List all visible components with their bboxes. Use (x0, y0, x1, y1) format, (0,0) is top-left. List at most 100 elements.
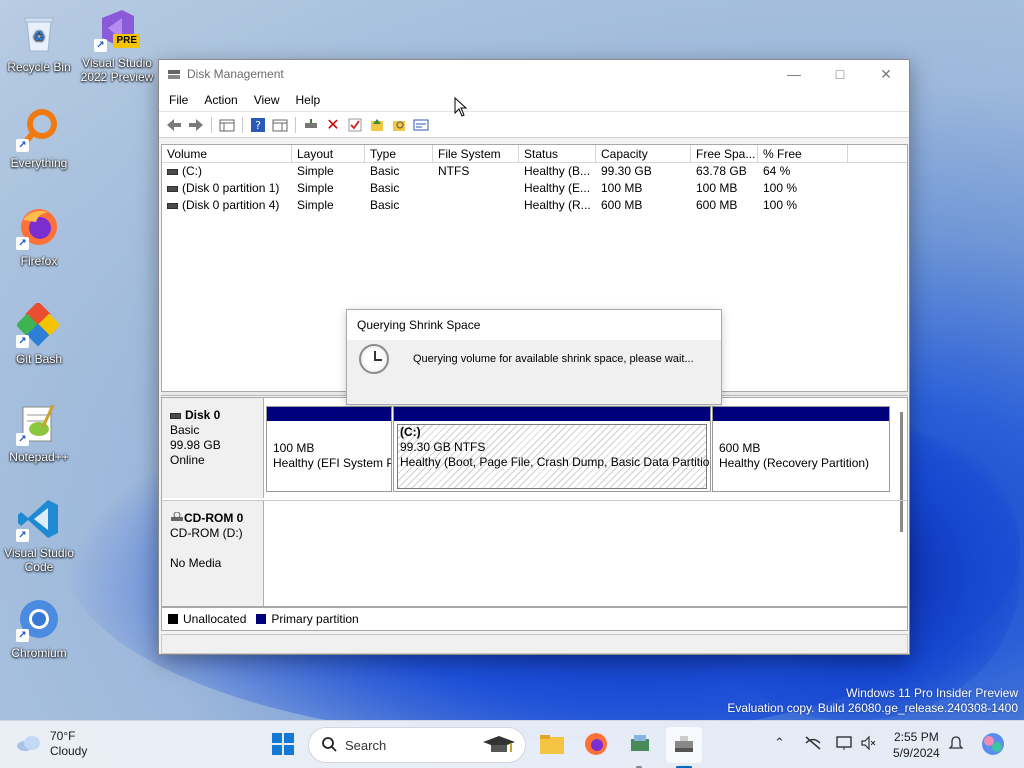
col-type[interactable]: Type (365, 145, 433, 162)
capacity-cell: 99.30 GB (601, 164, 652, 178)
partition-c[interactable]: (C:) 99.30 GB NTFS Healthy (Boot, Page F… (393, 406, 711, 492)
desktop-icon-chromium[interactable]: ↗ Chromium (0, 596, 78, 660)
col-file-system[interactable]: File System (433, 145, 519, 162)
capacity-cell: 100 MB (601, 181, 643, 195)
clock-date: 5/9/2024 (893, 746, 940, 760)
partition-size: 100 MB (273, 441, 315, 455)
desktop-icon-git-bash[interactable]: ↗ Git Bash (0, 302, 78, 366)
svg-text:♻: ♻ (33, 28, 46, 44)
check-icon[interactable] (344, 115, 366, 135)
menu-file[interactable]: File (161, 93, 196, 107)
toolbar-separator (242, 116, 243, 133)
menu-action[interactable]: Action (196, 93, 245, 107)
volume-row[interactable]: (Disk 0 partition 1) Simple Basic Health… (162, 180, 907, 197)
everything-search-icon: ↗ (16, 106, 62, 152)
volume-muted-icon[interactable] (860, 735, 876, 754)
taskbar-disk-management[interactable] (666, 727, 702, 763)
shortcut-arrow-icon: ↗ (16, 433, 29, 446)
forward-icon[interactable] (185, 115, 207, 135)
recycle-bin-icon: ♻ (16, 10, 62, 56)
desktop-icon-visual-studio-preview[interactable]: PRE ↗ Visual Studio 2022 Preview (78, 6, 156, 84)
layout-cell: Simple (297, 164, 334, 178)
volume-row[interactable]: (C:) Simple Basic NTFS Healthy (B... 99.… (162, 163, 907, 180)
chromium-icon: ↗ (16, 596, 62, 642)
search-folder-icon[interactable] (388, 115, 410, 135)
menu-view[interactable]: View (246, 93, 288, 107)
console-tree-icon[interactable] (216, 115, 238, 135)
volume-cell: (Disk 0 partition 4) (162, 197, 292, 214)
legend-unallocated-swatch (168, 614, 178, 624)
disk-tool-icon (628, 733, 652, 758)
disk-graphical-view: Disk 0 Basic 99.98 GB Online 100 MB Heal… (161, 397, 908, 607)
tray-overflow-chevron-icon[interactable]: ⌃ (774, 735, 785, 751)
primary-partition-band (394, 407, 710, 421)
network-disconnected-icon[interactable] (804, 735, 822, 754)
volume-name: (Disk 0 partition 4) (182, 198, 280, 212)
pct-cell: 100 % (763, 181, 798, 195)
dialog-message: Querying volume for available shrink spa… (413, 353, 694, 365)
desktop-icon-vscode[interactable]: ↗ Visual Studio Code (0, 496, 78, 574)
partition-efi[interactable]: 100 MB Healthy (EFI System P (266, 406, 392, 492)
col-free-space[interactable]: Free Spa... (691, 145, 758, 162)
taskbar-file-explorer[interactable] (534, 727, 570, 763)
fs-cell (433, 197, 519, 214)
notification-bell-icon[interactable] (948, 735, 964, 754)
minimize-button[interactable]: — (771, 60, 817, 88)
toolbar-separator (295, 116, 296, 133)
desktop-icon-recycle-bin[interactable]: ♻ Recycle Bin (0, 10, 78, 74)
search-label: Search (345, 737, 387, 753)
free-cell: 63.78 GB (696, 164, 747, 178)
maximize-button[interactable]: □ (817, 60, 863, 88)
settings-window-icon[interactable] (410, 115, 432, 135)
close-button[interactable]: ✕ (863, 60, 909, 88)
taskbar: 70°F Cloudy Search ⌃ 2:55 PM 5/9/2024 (0, 720, 1024, 768)
col-volume[interactable]: Volume (162, 145, 292, 162)
primary-partition-band (267, 407, 391, 421)
disk-management-app-icon (167, 68, 181, 80)
taskbar-clock[interactable]: 2:55 PM 5/9/2024 (893, 729, 940, 761)
copilot-icon[interactable] (980, 731, 1006, 760)
desktop-icon-label: Visual Studio 2022 Preview (80, 56, 154, 84)
menu-bar: File Action View Help (159, 88, 909, 112)
partition-recovery[interactable]: 600 MB Healthy (Recovery Partition) (712, 406, 890, 492)
display-icon[interactable] (836, 735, 852, 754)
help-icon[interactable]: ? (247, 115, 269, 135)
col-capacity[interactable]: Capacity (596, 145, 691, 162)
col-percent-free[interactable]: % Free (758, 145, 848, 162)
desktop-icon-everything[interactable]: ↗ Everything (0, 106, 78, 170)
status-bar (161, 634, 908, 654)
folder-up-icon[interactable] (366, 115, 388, 135)
delete-icon[interactable]: ✕ (322, 115, 344, 135)
back-icon[interactable] (163, 115, 185, 135)
watermark-line-1: Windows 11 Pro Insider Preview (846, 686, 1018, 700)
layout-cell: Simple (297, 181, 334, 195)
clock-time: 2:55 PM (894, 730, 939, 744)
taskbar-search[interactable]: Search (308, 727, 526, 763)
weather-widget[interactable]: 70°F Cloudy (16, 729, 87, 759)
title-bar[interactable]: Disk Management — □ ✕ (159, 60, 909, 88)
col-layout[interactable]: Layout (292, 145, 365, 162)
disk-0-status: Online (170, 453, 205, 467)
weather-condition: Cloudy (50, 744, 88, 758)
col-status[interactable]: Status (519, 145, 596, 162)
legend-unallocated: Unallocated (183, 612, 247, 626)
menu-help[interactable]: Help (288, 93, 329, 107)
fs-cell (433, 180, 519, 197)
desktop-icon-notepad-plus-plus[interactable]: ↗ Notepad++ (0, 400, 78, 464)
disk-divider (162, 500, 907, 501)
taskbar-disk-tool[interactable] (622, 727, 658, 763)
legend-primary: Primary partition (271, 612, 359, 626)
status-cell: Healthy (B... (524, 164, 591, 178)
disk-0-label[interactable]: Disk 0 Basic 99.98 GB Online (162, 398, 264, 498)
disk-view-scrollbar[interactable] (900, 412, 903, 532)
primary-partition-band (713, 407, 889, 421)
properties-pane-icon[interactable] (269, 115, 291, 135)
cloud-icon (16, 734, 42, 755)
start-button[interactable] (265, 727, 301, 763)
taskbar-firefox[interactable] (578, 727, 614, 763)
windows-logo-icon (272, 732, 294, 758)
cdrom-0-label[interactable]: CD-ROM 0 CD-ROM (D:) No Media (162, 501, 264, 606)
volume-row[interactable]: (Disk 0 partition 4) Simple Basic Health… (162, 197, 907, 214)
desktop-icon-firefox[interactable]: ↗ Firefox (0, 204, 78, 268)
connect-drive-icon[interactable] (300, 115, 322, 135)
